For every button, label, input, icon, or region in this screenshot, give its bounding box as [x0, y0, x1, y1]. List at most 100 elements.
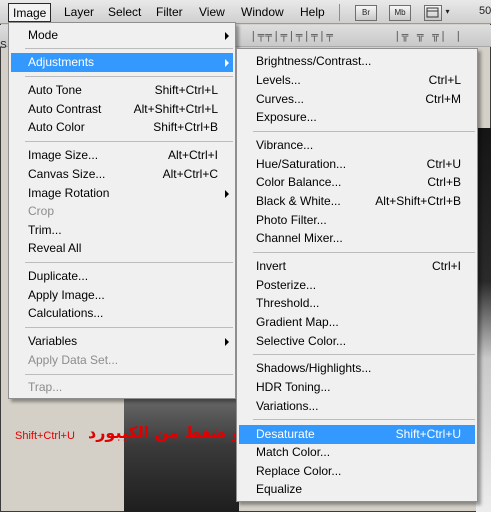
menu-item-duplicate[interactable]: Duplicate... [11, 267, 233, 286]
menu-item-posterize[interactable]: Posterize... [239, 276, 475, 295]
menu-item-exposure[interactable]: Exposure... [239, 108, 475, 127]
menu-item-label: Auto Contrast [28, 102, 102, 116]
menu-item-curves[interactable]: Curves... Ctrl+M [239, 90, 475, 109]
mini-bridge-icon[interactable]: Mb [389, 5, 411, 21]
menu-item-variations[interactable]: Variations... [239, 397, 475, 416]
menu-select[interactable]: Select [108, 5, 141, 19]
chevron-down-icon[interactable]: ▾ [443, 5, 452, 21]
menu-item-brightness-contrast[interactable]: Brightness/Contrast... [239, 52, 475, 71]
menu-item-label: Color Balance... [256, 175, 342, 189]
menu-item-hue-saturation[interactable]: Hue/Saturation... Ctrl+U [239, 155, 475, 174]
menu-item-canvas-size[interactable]: Canvas Size... Alt+Ctrl+C [11, 165, 233, 184]
menu-item-shortcut: Shift+Ctrl+L [154, 83, 218, 97]
menu-item-label: Adjustments [28, 55, 95, 69]
menu-item-label: Channel Mixer... [256, 231, 343, 245]
menu-item-label: Selective Color... [256, 334, 347, 348]
submenu-arrow-icon [225, 32, 229, 40]
menu-item-label: Match Color... [256, 445, 331, 459]
menu-item-label: Curves... [256, 92, 305, 106]
menu-item-calculations[interactable]: Calculations... [11, 304, 233, 323]
menu-item-vibrance[interactable]: Vibrance... [239, 136, 475, 155]
menu-item-gradient-map[interactable]: Gradient Map... [239, 313, 475, 332]
menu-item-trim[interactable]: Trim... [11, 221, 233, 240]
menu-item-adjustments[interactable]: Adjustments [11, 53, 233, 72]
menu-item-shadows-highlights[interactable]: Shadows/Highlights... [239, 359, 475, 378]
menu-item-label: Photo Filter... [256, 213, 327, 227]
menu-separator [25, 262, 233, 263]
menu-item-label: Exposure... [256, 110, 317, 124]
menu-item-shortcut: Alt+Shift+Ctrl+L [133, 102, 218, 116]
bridge-icon[interactable]: Br [355, 5, 377, 21]
menu-item-shortcut: Ctrl+U [426, 157, 461, 171]
menu-item-apply-data-set: Apply Data Set... [11, 351, 233, 370]
menu-item-label: Apply Image... [28, 288, 105, 302]
menu-item-label: Mode [28, 28, 59, 42]
menu-item-auto-contrast[interactable]: Auto Contrast Alt+Shift+Ctrl+L [11, 100, 233, 119]
toolbar-separator [339, 4, 340, 21]
menu-item-image-size[interactable]: Image Size... Alt+Ctrl+I [11, 146, 233, 165]
menu-item-invert[interactable]: Invert Ctrl+I [239, 257, 475, 276]
menu-item-variables[interactable]: Variables [11, 332, 233, 351]
distribute-options-icons[interactable]: |╦ ╦ ╦| | [394, 29, 463, 42]
zoom-level[interactable]: 50 [479, 5, 491, 17]
menu-item-match-color[interactable]: Match Color... [239, 443, 475, 462]
menu-item-shortcut: Ctrl+L [428, 73, 461, 87]
view-extras-icon[interactable] [424, 5, 442, 21]
menu-item-label: Gradient Map... [256, 315, 339, 329]
annotation-shortcut: Shift+Ctrl+U [15, 430, 75, 442]
menu-separator [25, 374, 233, 375]
menu-item-label: Invert [256, 259, 287, 273]
menu-item-label: Image Rotation [28, 186, 110, 200]
menu-item-equalize[interactable]: Equalize [239, 480, 475, 499]
menu-item-mode[interactable]: Mode [11, 26, 233, 45]
submenu-arrow-icon [225, 59, 229, 67]
menu-separator [25, 327, 233, 328]
menu-item-crop: Crop [11, 202, 233, 221]
menu-item-label: HDR Toning... [256, 380, 331, 394]
menu-item-hdr-toning[interactable]: HDR Toning... [239, 378, 475, 397]
menu-layer[interactable]: Layer [64, 5, 94, 19]
menu-item-label: Variables [28, 334, 78, 348]
menu-item-selective-color[interactable]: Selective Color... [239, 332, 475, 351]
menu-item-levels[interactable]: Levels... Ctrl+L [239, 71, 475, 90]
menu-item-reveal-all[interactable]: Reveal All [11, 239, 233, 258]
menu-item-color-balance[interactable]: Color Balance... Ctrl+B [239, 173, 475, 192]
menu-view[interactable]: View [199, 5, 225, 19]
menu-item-shortcut: Ctrl+I [431, 259, 461, 273]
menu-item-shortcut: Ctrl+B [427, 175, 461, 189]
menu-item-auto-tone[interactable]: Auto Tone Shift+Ctrl+L [11, 81, 233, 100]
menu-item-photo-filter[interactable]: Photo Filter... [239, 211, 475, 230]
align-options-icons[interactable]: |╤╤|╤|╤|╤|╤ [250, 29, 334, 42]
image-menu: Mode Adjustments Auto Tone Shift+Ctrl+L … [8, 22, 236, 399]
menu-window[interactable]: Window [241, 5, 284, 19]
menu-filter[interactable]: Filter [156, 5, 183, 19]
menu-item-label: Crop [28, 204, 55, 218]
menu-item-auto-color[interactable]: Auto Color Shift+Ctrl+B [11, 118, 233, 137]
menu-image[interactable]: Image [8, 3, 52, 22]
menu-separator [253, 354, 475, 355]
menu-item-label: Shadows/Highlights... [256, 361, 372, 375]
menu-item-channel-mixer[interactable]: Channel Mixer... [239, 229, 475, 248]
menu-item-desaturate[interactable]: Desaturate Shift+Ctrl+U [239, 425, 475, 444]
menu-item-label: Desaturate [256, 427, 315, 441]
menu-item-label: Calculations... [28, 306, 104, 320]
adjustments-submenu: Brightness/Contrast... Levels... Ctrl+L … [236, 48, 478, 502]
menu-item-trap: Trap... [11, 378, 233, 397]
menu-item-shortcut: Shift+Ctrl+U [395, 427, 461, 441]
menu-item-threshold[interactable]: Threshold... [239, 294, 475, 313]
menu-help[interactable]: Help [300, 5, 325, 19]
menu-item-label: Trim... [28, 223, 62, 237]
menu-item-black-white[interactable]: Black & White... Alt+Shift+Ctrl+B [239, 192, 475, 211]
menu-item-shortcut: Alt+Ctrl+C [162, 167, 218, 181]
menu-item-label: Brightness/Contrast... [256, 54, 372, 68]
document-canvas [124, 392, 239, 512]
menu-item-label: Black & White... [256, 194, 341, 208]
menu-item-replace-color[interactable]: Replace Color... [239, 462, 475, 481]
menu-item-label: Equalize [256, 482, 303, 496]
menu-item-image-rotation[interactable]: Image Rotation [11, 184, 233, 203]
menu-separator [25, 76, 233, 77]
menu-item-label: Canvas Size... [28, 167, 106, 181]
menu-item-label: Reveal All [28, 241, 82, 255]
options-label: S [0, 40, 7, 51]
menu-item-apply-image[interactable]: Apply Image... [11, 286, 233, 305]
